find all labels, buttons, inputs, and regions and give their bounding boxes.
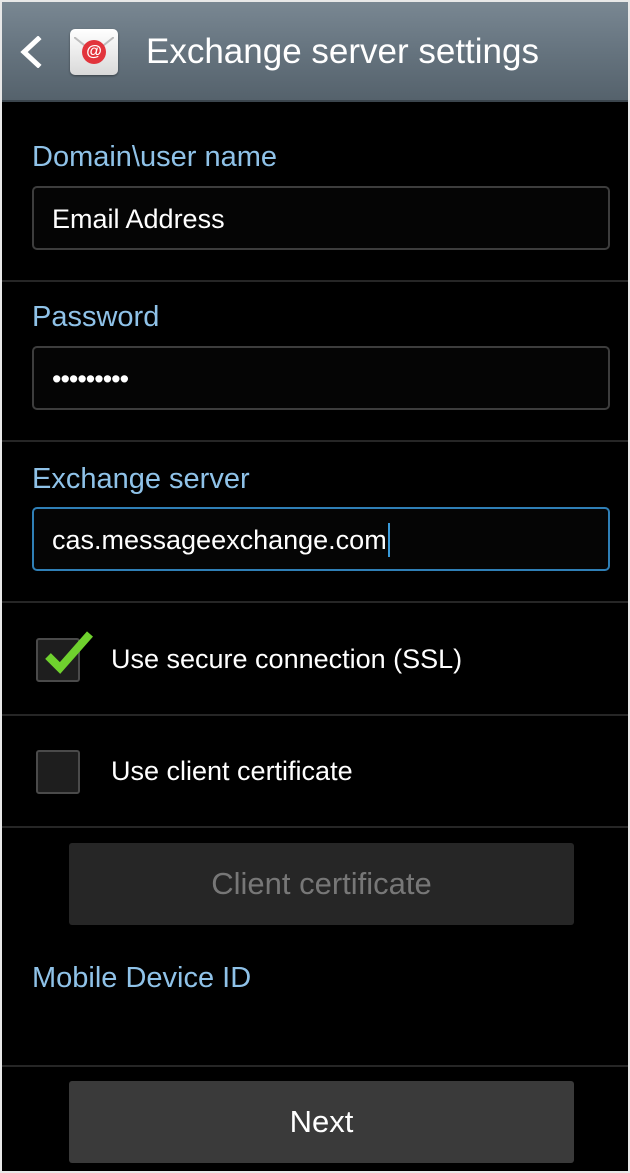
divider: [0, 601, 630, 603]
password-value: •••••••••: [52, 364, 129, 394]
text-caret: [387, 522, 390, 557]
mobile-device-id-label: Mobile Device ID: [32, 962, 252, 994]
divider: [0, 440, 630, 442]
domain-user-input[interactable]: Email Address: [32, 186, 610, 250]
exchange-server-value: cas.messageexchange.com: [52, 525, 387, 555]
ssl-checkbox[interactable]: [36, 631, 93, 682]
checkmark-icon: [45, 631, 93, 674]
exchange-server-input[interactable]: cas.messageexchange.com: [32, 507, 610, 571]
email-app-icon[interactable]: @: [70, 29, 118, 75]
client-certificate-label[interactable]: Use client certificate: [111, 754, 353, 788]
divider: [0, 826, 630, 828]
password-input[interactable]: •••••••••: [32, 346, 610, 410]
divider: [0, 1065, 630, 1067]
ssl-label[interactable]: Use secure connection (SSL): [111, 642, 462, 676]
screen-frame: [0, 0, 630, 1173]
divider: [0, 280, 630, 282]
divider: [0, 714, 630, 716]
password-label: Password: [32, 301, 160, 333]
client-certificate-checkbox[interactable]: [36, 750, 80, 794]
chevron-left-icon[interactable]: [18, 36, 44, 68]
client-certificate-button[interactable]: Client certificate: [69, 843, 574, 925]
exchange-server-value-wrap: cas.messageexchange.com: [52, 522, 390, 559]
at-sign-icon: @: [82, 40, 106, 64]
exchange-server-label: Exchange server: [32, 463, 250, 495]
action-bar: @ Exchange server settings: [0, 0, 630, 102]
domain-user-label: Domain\user name: [32, 141, 277, 173]
domain-user-value: Email Address: [52, 204, 225, 234]
page-title: Exchange server settings: [146, 32, 539, 71]
next-button[interactable]: Next: [69, 1081, 574, 1163]
